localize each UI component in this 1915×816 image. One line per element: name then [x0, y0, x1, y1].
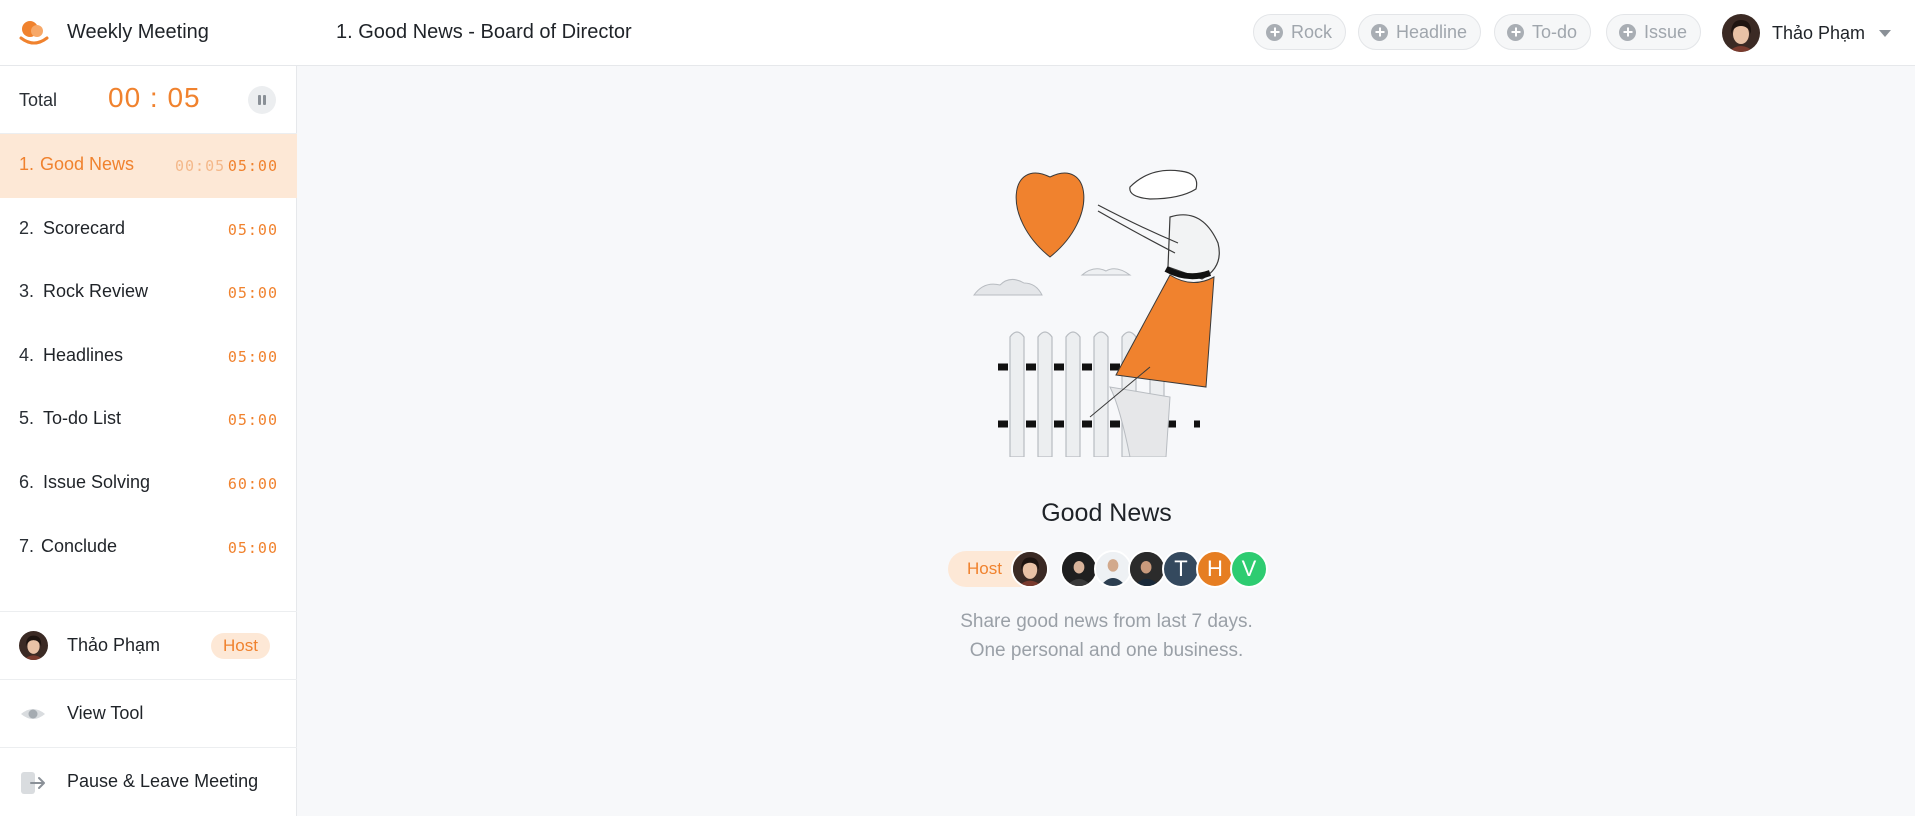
good-news-illustration: [973, 169, 1220, 457]
agenda-duration: 60:00: [227, 474, 278, 493]
agenda-label: To-do List: [43, 408, 122, 429]
top-bar: Weekly Meeting 1. Good News - Board of D…: [0, 0, 1915, 66]
host-badge: Host: [211, 633, 270, 659]
agenda-number: 2.: [19, 217, 35, 238]
agenda-duration: 05:00: [227, 220, 278, 239]
agenda-item-headlines[interactable]: 4. Headlines 05:00: [0, 325, 297, 389]
description-line-2: One personal and one business.: [969, 640, 1244, 661]
agenda-label: Good News: [40, 154, 135, 174]
page-title: 1. Good News - Board of Director: [336, 21, 632, 43]
add-issue-label: Issue: [1644, 21, 1688, 42]
chevron-down-icon: [1879, 29, 1892, 37]
app-title: Weekly Meeting: [67, 21, 209, 43]
participant-avatar[interactable]: T: [1162, 550, 1200, 588]
plus-circle-icon: [1619, 23, 1636, 41]
participant-avatar[interactable]: [1060, 550, 1098, 588]
add-todo-button[interactable]: To-do: [1494, 14, 1592, 50]
add-todo-label: To-do: [1532, 21, 1578, 42]
agenda-number: 7.: [19, 535, 35, 556]
agenda-duration: 05:00: [227, 347, 278, 366]
app-logo-icon: [19, 21, 49, 45]
user-menu[interactable]: Thảo Phạm: [1722, 14, 1892, 52]
participant-avatar[interactable]: [1128, 550, 1166, 588]
section-title: Good News: [1041, 499, 1172, 527]
add-rock-label: Rock: [1291, 21, 1333, 42]
agenda-label: Headlines: [43, 344, 124, 365]
agenda-item-rock-review[interactable]: 3. Rock Review 05:00: [0, 261, 297, 325]
participants-row: Host T H V: [948, 549, 1278, 589]
agenda-number: 6.: [19, 471, 35, 492]
agenda-item-scorecard[interactable]: 2. Scorecard 05:00: [0, 198, 297, 262]
timer-label: Total: [19, 90, 58, 110]
agenda-number: 1.: [19, 154, 35, 174]
agenda-list: 1. Good News 00:05 05:00 2. Scorecard 05…: [0, 134, 297, 579]
eye-icon: [21, 709, 45, 719]
description-line-1: Share good news from last 7 days.: [960, 611, 1253, 632]
agenda-item-issue-solving[interactable]: 6. Issue Solving 60:00: [0, 452, 297, 516]
pause-icon[interactable]: [248, 86, 276, 114]
agenda-duration: 05:00: [227, 538, 278, 557]
participant-avatar[interactable]: H: [1196, 550, 1234, 588]
agenda-label: Conclude: [41, 535, 118, 556]
agenda-elapsed: 00:05: [175, 157, 226, 175]
agenda-duration: 05:00: [227, 284, 278, 303]
agenda-duration: 05:00: [227, 411, 278, 430]
agenda-item-todo-list[interactable]: 5. To-do List 05:00: [0, 388, 297, 452]
host-participant-avatar[interactable]: [1011, 550, 1049, 588]
agenda-label: Issue Solving: [43, 471, 151, 492]
agenda-number: 3.: [19, 281, 35, 302]
sidebar: Total 00 : 05 1. Good News 00:05 05:00 2…: [0, 66, 297, 816]
exit-icon: [21, 772, 45, 794]
main-content: Good News Host T H V Share good news fro…: [298, 67, 1915, 816]
agenda-item-good-news[interactable]: 1. Good News 00:05 05:00: [0, 134, 297, 198]
agenda-label: Rock Review: [43, 281, 149, 302]
total-timer: Total 00 : 05: [0, 66, 297, 134]
agenda-duration: 05:00: [227, 157, 278, 175]
view-tool-button[interactable]: View Tool: [0, 679, 297, 747]
agenda-number: 4.: [19, 344, 35, 365]
host-name: Thảo Phạm: [67, 635, 161, 655]
view-tool-label: View Tool: [67, 703, 144, 723]
agenda-label: Scorecard: [43, 217, 126, 238]
add-headline-label: Headline: [1396, 21, 1468, 42]
pause-leave-button[interactable]: Pause & Leave Meeting: [0, 747, 297, 815]
host-avatar: [19, 631, 48, 660]
add-rock-button[interactable]: Rock: [1253, 14, 1347, 50]
participant-avatar[interactable]: [1094, 550, 1132, 588]
host-row: Thảo Phạm Host: [0, 611, 297, 679]
plus-circle-icon: [1507, 23, 1524, 41]
pause-leave-label: Pause & Leave Meeting: [67, 771, 259, 791]
agenda-item-conclude[interactable]: 7. Conclude 05:00: [0, 516, 297, 580]
add-issue-button[interactable]: Issue: [1606, 14, 1702, 50]
user-avatar: [1722, 14, 1760, 52]
agenda-number: 5.: [19, 408, 35, 429]
participant-avatar[interactable]: V: [1230, 550, 1268, 588]
user-name: Thảo Phạm: [1772, 22, 1866, 43]
add-headline-button[interactable]: Headline: [1358, 14, 1482, 50]
timer-value: 00 : 05: [108, 82, 201, 113]
plus-circle-icon: [1371, 23, 1388, 41]
plus-circle-icon: [1266, 23, 1283, 41]
